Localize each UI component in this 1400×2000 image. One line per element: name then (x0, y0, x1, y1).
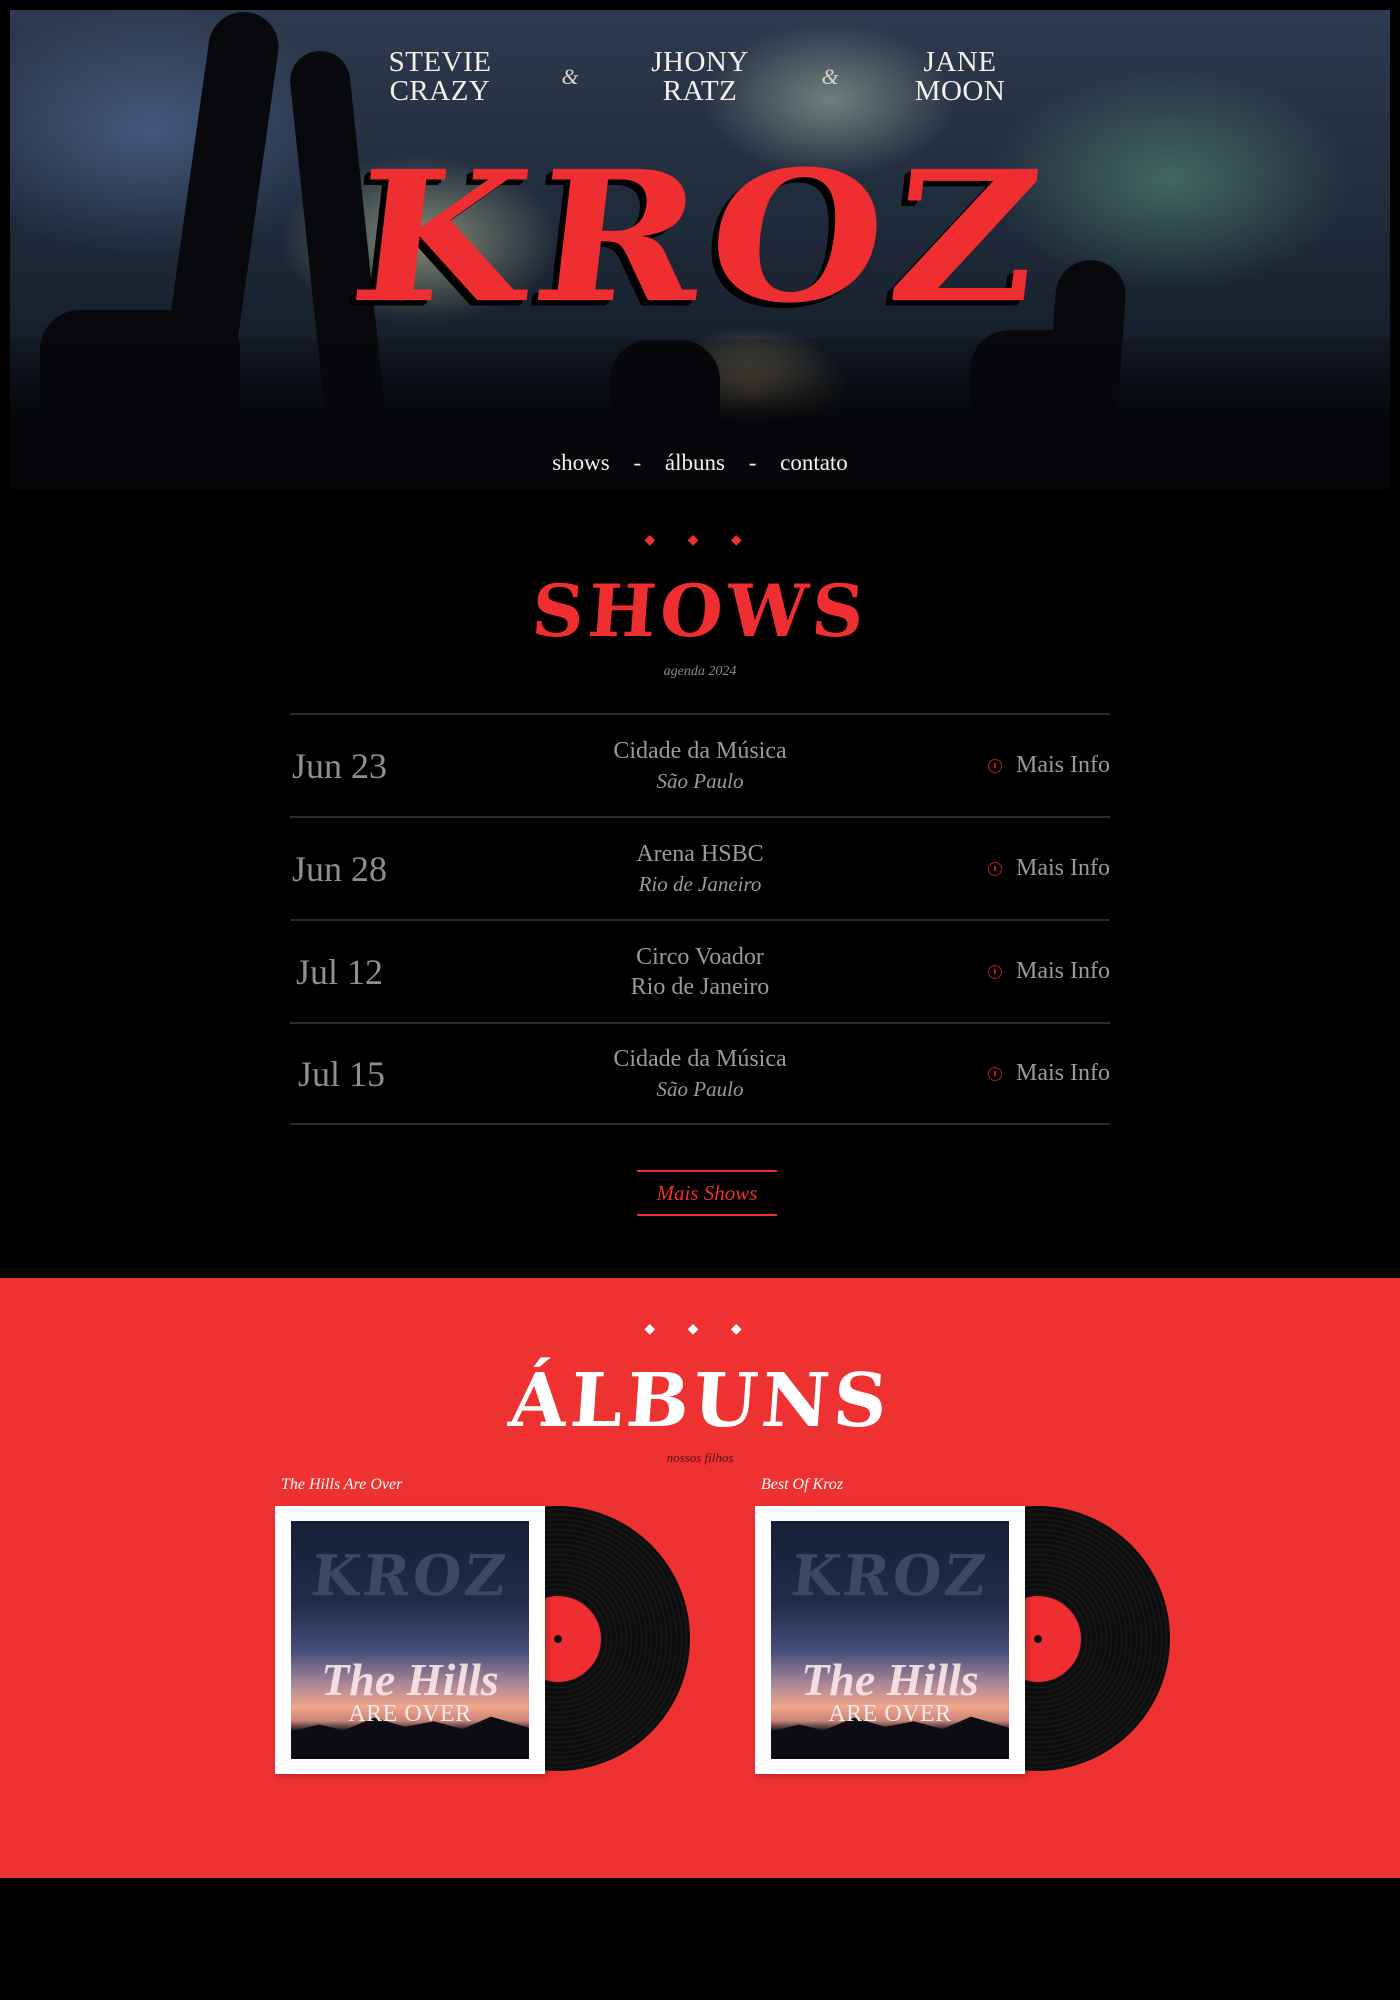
member-first-name: JANE (923, 46, 997, 78)
cover-subtitle: ARE OVER (828, 1701, 952, 1727)
album-label: Best Of Kroz (761, 1476, 844, 1493)
more-info-label: Mais Info (1016, 958, 1110, 984)
member-last-name: CRAZY (389, 75, 491, 107)
show-row: Jun 23 Cidade da Música São Paulo Mais I… (290, 713, 1110, 816)
band-logo: KROZ (341, 131, 1059, 344)
venue-city: São Paulo (656, 1076, 744, 1101)
venue-name: Circo Voador (636, 943, 764, 970)
band-members: STEVIE CRAZY & JHONY RATZ & JANE MOON (10, 48, 1390, 106)
show-venue: Cidade da Música São Paulo (510, 736, 890, 796)
member-name: JHONY RATZ (600, 48, 800, 106)
cover-subtitle: ARE OVER (348, 1701, 472, 1727)
info-icon (988, 861, 1003, 876)
show-row: Jul 15 Cidade da Música São Paulo Mais I… (290, 1022, 1110, 1125)
album-sleeve: KROZ The Hills ARE OVER (755, 1506, 1025, 1774)
show-date: Jul 15 (298, 1053, 386, 1094)
hero-banner: STEVIE CRAZY & JHONY RATZ & JANE MOON KR… (10, 10, 1390, 489)
info-icon (988, 758, 1003, 773)
more-info-link[interactable]: Mais Info (890, 958, 1110, 985)
album-sleeve: KROZ The Hills ARE OVER (275, 1506, 545, 1774)
shows-title: SHOWS (529, 568, 871, 653)
show-date: Jun 23 (292, 745, 388, 786)
nav-separator: - (633, 450, 642, 475)
venue-name: Arena HSBC (636, 840, 764, 867)
member-last-name: RATZ (662, 75, 738, 107)
album-label: The Hills Are Over (281, 1476, 403, 1493)
cover-title: The Hills (801, 1654, 979, 1705)
show-venue: Cidade da Música São Paulo (510, 1044, 890, 1104)
member-first-name: JHONY (651, 46, 749, 78)
member-last-name: MOON (914, 75, 1006, 107)
more-info-link[interactable]: Mais Info (890, 1060, 1110, 1087)
cover-logo: KROZ (788, 1543, 992, 1609)
album-cover: KROZ The Hills ARE OVER (771, 1521, 1009, 1759)
album-card[interactable]: Best Of Kroz KROZ The Hills ARE OVER (755, 1476, 1170, 1776)
section-ornament: ◆ ◆ ◆ (644, 532, 756, 548)
member-first-name: STEVIE (388, 46, 492, 78)
nav-separator: - (748, 450, 757, 475)
more-info-link[interactable]: Mais Info (890, 855, 1110, 882)
album-card[interactable]: The Hills Are Over KROZ The Hills ARE OV… (275, 1476, 690, 1776)
member-name: STEVIE CRAZY (340, 48, 540, 106)
more-info-link[interactable]: Mais Info (890, 752, 1110, 779)
cover-title: The Hills (321, 1654, 499, 1705)
member-name: JANE MOON (860, 48, 1060, 106)
show-venue: Arena HSBC Rio de Janeiro (510, 839, 890, 899)
cover-logo: KROZ (308, 1543, 512, 1609)
more-info-label: Mais Info (1016, 855, 1110, 881)
nav-link-albums[interactable]: álbuns (665, 450, 725, 475)
info-icon (988, 964, 1003, 979)
main-nav: shows - álbuns - contato (10, 450, 1390, 476)
show-date: Jul 12 (296, 951, 384, 992)
venue-name: Cidade da Música (613, 1045, 787, 1072)
ampersand: & (821, 64, 839, 89)
albums-title: ÁLBUNS (506, 1358, 894, 1444)
album-cover: KROZ The Hills ARE OVER (291, 1521, 529, 1759)
more-info-label: Mais Info (1016, 1060, 1110, 1086)
ampersand: & (561, 64, 579, 89)
more-info-label: Mais Info (1016, 752, 1110, 778)
venue-city: São Paulo (656, 768, 744, 793)
venue-name: Cidade da Música (613, 737, 787, 764)
show-row: Jul 12 Circo Voador Rio de Janeiro Mais … (290, 919, 1110, 1022)
venue-city: Rio de Janeiro (630, 973, 770, 1000)
nav-link-contact[interactable]: contato (780, 450, 848, 475)
more-shows-button[interactable]: Mais Shows (637, 1170, 777, 1216)
albums-subtitle: nossos filhos (666, 1450, 734, 1465)
info-icon (988, 1066, 1003, 1081)
shows-subtitle: agenda 2024 (663, 664, 737, 679)
show-row: Jun 28 Arena HSBC Rio de Janeiro Mais In… (290, 816, 1110, 919)
shows-table: Jun 23 Cidade da Música São Paulo Mais I… (290, 713, 1110, 1125)
show-date: Jun 28 (292, 848, 388, 889)
nav-link-shows[interactable]: shows (552, 450, 610, 475)
venue-city: Rio de Janeiro (638, 871, 762, 896)
show-venue: Circo Voador Rio de Janeiro (510, 942, 890, 1002)
section-ornament: ◆ ◆ ◆ (644, 1321, 756, 1337)
